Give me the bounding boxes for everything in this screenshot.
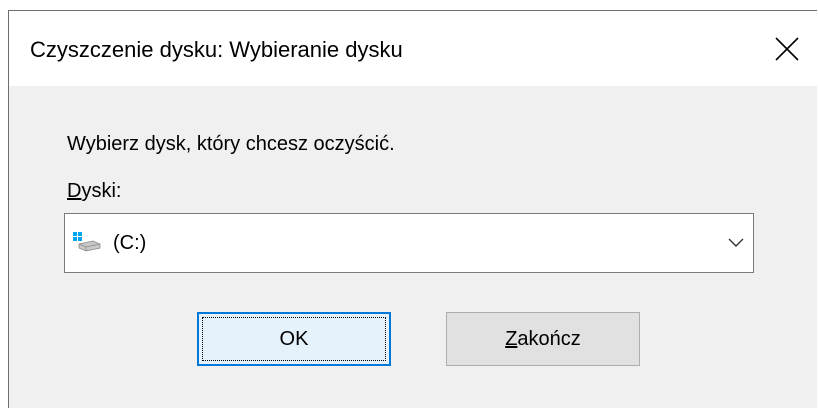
title-bar: Czyszczenie dysku: Wybieranie dysku bbox=[9, 11, 817, 86]
cancel-button[interactable]: Zakończ bbox=[446, 312, 640, 366]
drives-label: Dyski: bbox=[67, 180, 121, 203]
ok-button[interactable]: OK bbox=[197, 312, 391, 366]
window-title: Czyszczenie dysku: Wybieranie dysku bbox=[30, 37, 403, 62]
hard-drive-icon bbox=[73, 232, 101, 252]
drives-label-mnemonic: D bbox=[67, 180, 82, 202]
cancel-button-label: Zakończ bbox=[505, 328, 581, 351]
close-icon bbox=[775, 36, 799, 61]
cancel-label-mnemonic: Z bbox=[505, 327, 518, 350]
focus-ring bbox=[202, 317, 386, 361]
drives-dropdown[interactable]: (C:) bbox=[64, 213, 754, 273]
close-button[interactable] bbox=[757, 11, 817, 86]
selected-drive: (C:) bbox=[113, 232, 147, 254]
dialog-body: Wybierz dysk, który chcesz oczyścić. Dys… bbox=[9, 86, 817, 408]
instruction-text: Wybierz dysk, który chcesz oczyścić. bbox=[67, 133, 395, 155]
chevron-down-icon bbox=[728, 238, 744, 247]
cancel-label-rest: akończ bbox=[517, 327, 581, 350]
drives-label-rest: yski: bbox=[81, 180, 122, 202]
disk-cleanup-drive-selection-dialog: Czyszczenie dysku: Wybieranie dysku Wybi… bbox=[8, 10, 817, 408]
